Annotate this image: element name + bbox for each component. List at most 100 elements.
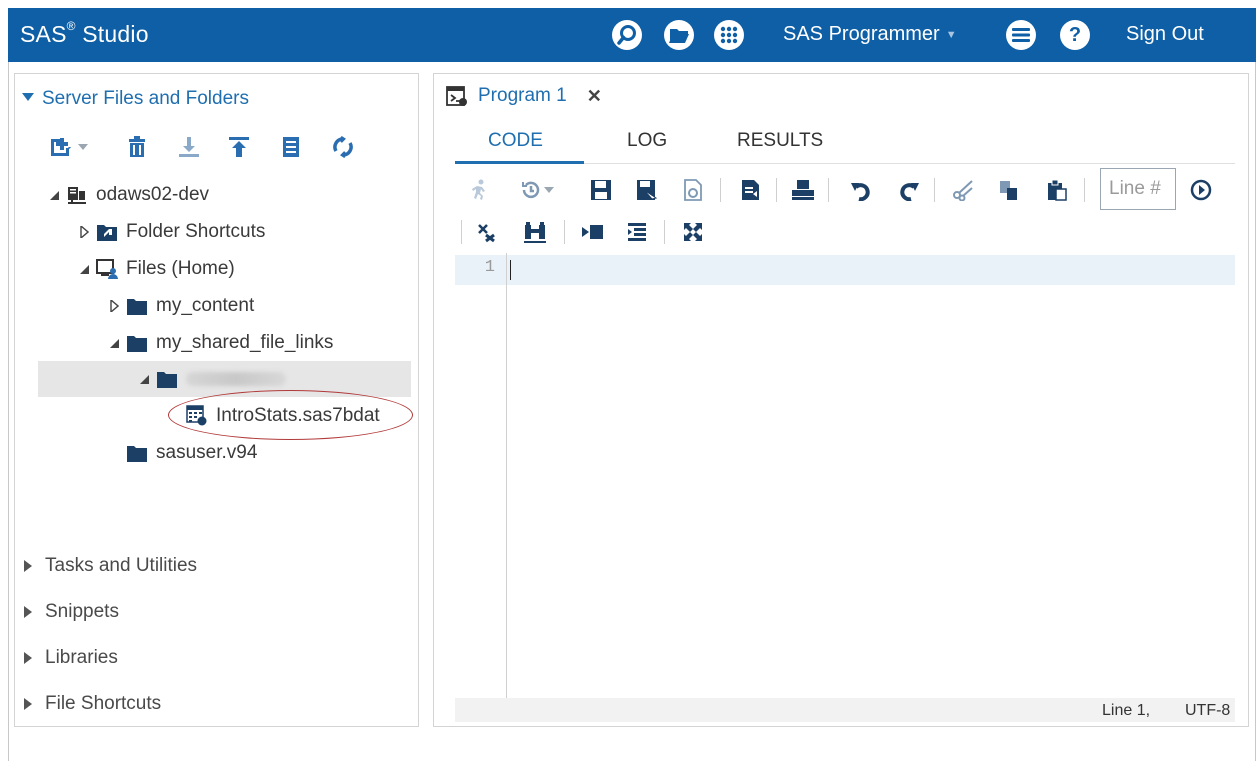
clear-icon[interactable] bbox=[474, 219, 500, 245]
section-label: Snippets bbox=[45, 601, 119, 622]
save-as-icon[interactable] bbox=[634, 177, 660, 203]
tree-node-sasuser[interactable]: sasuser.v94 bbox=[106, 438, 257, 468]
collapse-triangle-icon[interactable] bbox=[106, 335, 122, 351]
history-icon[interactable] bbox=[518, 177, 544, 203]
chevron-down-icon[interactable] bbox=[74, 134, 92, 160]
help-icon[interactable]: ? bbox=[1060, 20, 1090, 50]
folder-icon bbox=[126, 443, 148, 463]
toolbar-separator bbox=[934, 178, 935, 202]
section-label: File Shortcuts bbox=[45, 693, 162, 714]
expand-triangle-icon bbox=[24, 652, 32, 664]
submit-selection-icon[interactable] bbox=[738, 177, 764, 203]
perspective-label: SAS Programmer bbox=[783, 23, 940, 45]
tree-node-folder-shortcuts[interactable]: Folder Shortcuts bbox=[76, 217, 265, 247]
toolbar-separator bbox=[564, 220, 565, 244]
upload-icon[interactable] bbox=[226, 134, 252, 160]
text-cursor bbox=[510, 260, 511, 280]
tree-node-label: sasuser.v94 bbox=[156, 442, 258, 463]
open-folder-icon[interactable] bbox=[664, 20, 694, 50]
section-label: Libraries bbox=[45, 647, 118, 668]
tree-node-label: odaws02-dev bbox=[96, 184, 210, 205]
close-icon[interactable]: ✕ bbox=[587, 86, 602, 107]
status-encoding: UTF-8 bbox=[1185, 702, 1231, 719]
toolbar-separator bbox=[664, 220, 665, 244]
folder-shortcut-icon bbox=[96, 222, 118, 242]
redo-icon[interactable] bbox=[896, 177, 922, 203]
perspective-menu[interactable]: SAS Programmer ▼ bbox=[783, 23, 957, 46]
folder-icon bbox=[126, 296, 148, 316]
expand-triangle-icon[interactable] bbox=[106, 298, 122, 314]
cut-icon[interactable] bbox=[950, 177, 976, 203]
home-icon bbox=[96, 259, 118, 279]
editor-status-bar: Line 1, UTF-8 bbox=[455, 698, 1235, 722]
tree-node-my-content[interactable]: my_content bbox=[106, 291, 254, 321]
sign-out-link[interactable]: Sign Out bbox=[1126, 23, 1204, 46]
toolbar-separator bbox=[828, 178, 829, 202]
copy-icon[interactable] bbox=[996, 177, 1022, 203]
apps-grid-icon[interactable] bbox=[714, 20, 744, 50]
section-file-shortcuts[interactable]: File Shortcuts bbox=[24, 693, 161, 715]
tree-node-user-folder[interactable] bbox=[38, 361, 411, 397]
folder-icon bbox=[156, 369, 178, 389]
collapse-triangle-icon[interactable] bbox=[136, 371, 152, 387]
tree-node-my-shared-file-links[interactable]: my_shared_file_links bbox=[106, 328, 333, 358]
app-header: SAS® Studio SAS Programmer ▼ ? Sign Out bbox=[8, 8, 1256, 62]
brand-name: SAS bbox=[20, 21, 67, 47]
line-number-gutter bbox=[455, 253, 507, 698]
server-icon bbox=[66, 185, 88, 205]
dataset-icon bbox=[186, 405, 208, 426]
tree-node-server[interactable]: odaws02-dev bbox=[46, 180, 209, 210]
collapse-triangle-icon[interactable] bbox=[76, 261, 92, 277]
toolbar-separator bbox=[776, 178, 777, 202]
toolbar-separator bbox=[461, 220, 462, 244]
paste-icon[interactable] bbox=[1044, 177, 1070, 203]
program-file-icon bbox=[446, 85, 468, 107]
status-line-position: Line 1, bbox=[1102, 702, 1151, 719]
brand-suffix: Studio bbox=[82, 21, 149, 47]
find-replace-icon[interactable] bbox=[522, 219, 548, 245]
revert-icon[interactable] bbox=[680, 177, 706, 203]
search-icon[interactable] bbox=[612, 20, 642, 50]
tab-results[interactable]: RESULTS bbox=[737, 130, 823, 152]
download-icon[interactable] bbox=[176, 134, 202, 160]
expand-triangle-icon bbox=[24, 606, 32, 618]
server-files-section-header[interactable]: Server Files and Folders bbox=[22, 88, 249, 110]
collapse-triangle-icon[interactable] bbox=[46, 187, 62, 203]
expand-triangle-icon[interactable] bbox=[76, 224, 92, 240]
toolbar-separator bbox=[720, 178, 721, 202]
format-code-icon[interactable] bbox=[624, 219, 650, 245]
chevron-down-icon[interactable] bbox=[542, 177, 556, 203]
folder-icon bbox=[126, 333, 148, 353]
undo-icon[interactable] bbox=[848, 177, 874, 203]
section-libraries[interactable]: Libraries bbox=[24, 647, 118, 669]
menu-icon[interactable] bbox=[1006, 20, 1036, 50]
section-snippets[interactable]: Snippets bbox=[24, 601, 119, 623]
refresh-icon[interactable] bbox=[330, 134, 356, 160]
go-to-line-input[interactable] bbox=[1100, 168, 1176, 210]
go-to-line-button[interactable] bbox=[1188, 177, 1214, 203]
tree-node-label: Folder Shortcuts bbox=[126, 221, 266, 242]
tree-node-label: my_shared_file_links bbox=[156, 332, 334, 353]
line-number: 1 bbox=[484, 258, 495, 277]
redacted-folder-name bbox=[186, 372, 286, 386]
properties-icon[interactable] bbox=[278, 134, 304, 160]
app-brand: SAS® Studio bbox=[20, 19, 149, 48]
save-icon[interactable] bbox=[588, 177, 614, 203]
section-tasks-and-utilities[interactable]: Tasks and Utilities bbox=[24, 555, 197, 577]
section-label: Tasks and Utilities bbox=[45, 555, 198, 576]
print-icon[interactable] bbox=[790, 177, 816, 203]
expand-triangle-icon bbox=[24, 698, 32, 710]
tree-node-files-home[interactable]: Files (Home) bbox=[76, 254, 235, 284]
delete-icon[interactable] bbox=[124, 134, 150, 160]
code-editor[interactable]: 1 bbox=[455, 253, 1235, 698]
indent-icon[interactable] bbox=[580, 219, 606, 245]
maximize-icon[interactable] bbox=[680, 219, 706, 245]
toolbar-separator bbox=[1084, 178, 1085, 202]
tree-node-label: IntroStats.sas7bdat bbox=[216, 405, 380, 426]
tree-node-introstats-dataset[interactable]: IntroStats.sas7bdat bbox=[186, 401, 380, 431]
tab-log[interactable]: LOG bbox=[627, 130, 667, 152]
tab-program-1[interactable]: Program 1 ✕ bbox=[446, 76, 602, 116]
new-item-icon[interactable] bbox=[48, 134, 74, 160]
run-icon[interactable] bbox=[466, 177, 492, 203]
tab-code[interactable]: CODE bbox=[488, 130, 543, 152]
